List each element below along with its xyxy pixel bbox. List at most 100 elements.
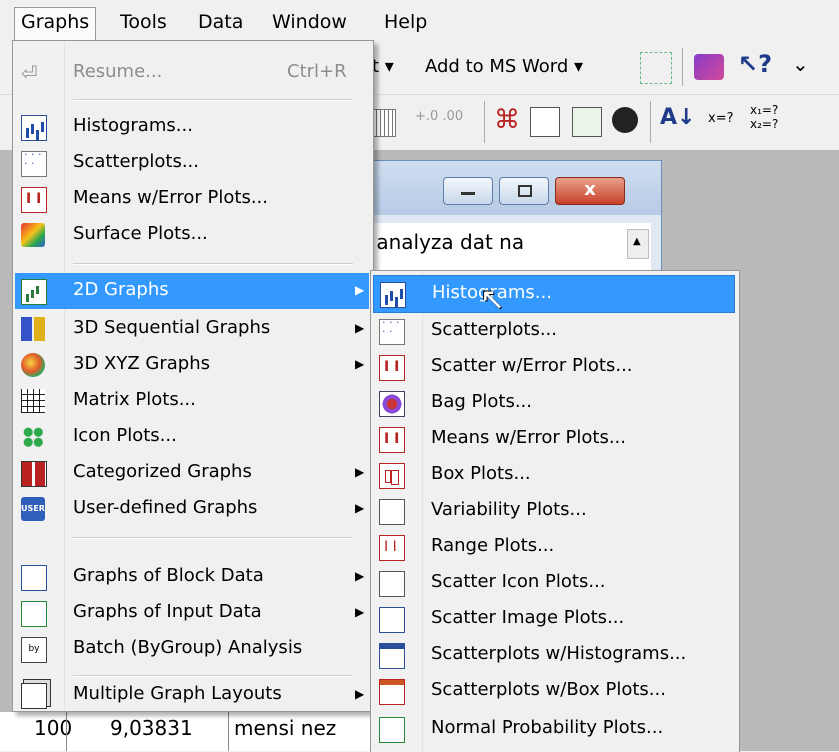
submenu-item-scatter-box[interactable]: Scatterplots w/Box Plots... xyxy=(373,673,733,709)
menu-item-categorized[interactable]: Categorized Graphs ▶ xyxy=(15,455,369,491)
menu-item-scatterplots[interactable]: Scatterplots... xyxy=(15,145,369,181)
book-icon[interactable] xyxy=(694,54,724,80)
submenu-item-means-error-label: Means w/Error Plots... xyxy=(431,427,626,448)
histogram-icon xyxy=(21,115,47,141)
menu-item-input-data[interactable]: Graphs of Input Data ▶ xyxy=(15,595,369,631)
menu-item-matrix-plots[interactable]: Matrix Plots... xyxy=(15,383,369,419)
close-button[interactable]: x xyxy=(555,177,625,205)
means-error-icon xyxy=(379,422,405,456)
resume-icon: ⏎ xyxy=(21,61,38,85)
submenu-arrow-icon: ▶ xyxy=(355,357,365,371)
connect-icon[interactable] xyxy=(640,52,672,84)
scatter-image-icon xyxy=(379,607,405,633)
resume-shortcut: Ctrl+R xyxy=(287,61,347,82)
menu-item-means-error[interactable]: Means w/Error Plots... xyxy=(15,181,369,217)
matrix-plot-icon xyxy=(21,389,45,413)
menu-item-3d-sequential[interactable]: 3D Sequential Graphs ▶ xyxy=(15,311,369,347)
menu-item-surface-plots[interactable]: Surface Plots... xyxy=(15,217,369,253)
window-titlebar: x xyxy=(331,161,661,215)
menu-window[interactable]: Window xyxy=(266,8,353,38)
minimize-button[interactable] xyxy=(443,177,493,205)
binoculars-icon[interactable] xyxy=(612,107,638,133)
menu-item-block-data-label: Graphs of Block Data xyxy=(73,565,264,586)
submenu-item-scatter-hist-label: Scatterplots w/Histograms... xyxy=(431,643,687,664)
equals-question-icon[interactable]: x=? xyxy=(708,111,734,126)
menu-item-user-defined-label: User-defined Graphs xyxy=(73,497,258,518)
menu-item-batch[interactable]: by Batch (ByGroup) Analysis xyxy=(15,631,369,667)
menu-graphs[interactable]: Graphs xyxy=(14,7,97,40)
grid-icon[interactable] xyxy=(372,109,396,137)
submenu-item-normal-prob[interactable]: Normal Probability Plots... xyxy=(373,711,733,747)
multi-equals-icon[interactable]: x₁=? x₂=? xyxy=(750,103,778,131)
properties-check-icon[interactable] xyxy=(572,107,602,137)
submenu-item-scatter-icon[interactable]: Scatter Icon Plots... xyxy=(373,565,733,601)
submenu-item-box-plots-label: Box Plots... xyxy=(431,463,531,484)
menu-item-resume[interactable]: ⏎ Resume... Ctrl+R xyxy=(15,55,369,91)
normal-prob-icon xyxy=(379,717,405,743)
submenu-arrow-icon: ▶ xyxy=(355,605,365,619)
cell-value[interactable]: 9,03831 xyxy=(110,716,193,740)
2d-graphs-icon xyxy=(21,279,47,305)
mouse-cursor-icon: ↖ xyxy=(480,282,506,317)
box-plot-icon xyxy=(379,463,405,489)
help-pointer-icon[interactable]: ↖? xyxy=(738,50,772,78)
sort-icon[interactable]: A↓ xyxy=(660,105,695,130)
submenu-item-bag-plots[interactable]: Bag Plots... xyxy=(373,385,733,421)
menu-data[interactable]: Data xyxy=(192,8,249,38)
menu-item-surface-plots-label: Surface Plots... xyxy=(73,223,208,244)
submenu-item-range-plots-label: Range Plots... xyxy=(431,535,555,556)
cell-text[interactable]: mensi nez xyxy=(234,716,336,740)
add-to-word-button[interactable]: Add to MS Word ▾ xyxy=(425,56,583,77)
scroll-up-button[interactable]: ▲ xyxy=(627,229,649,259)
maximize-button[interactable] xyxy=(499,177,549,205)
batch-icon: by xyxy=(21,637,47,663)
submenu-item-scatter-box-label: Scatterplots w/Box Plots... xyxy=(431,679,666,700)
menu-tools[interactable]: Tools xyxy=(114,8,173,38)
menu-item-3d-xyz[interactable]: 3D XYZ Graphs ▶ xyxy=(15,347,369,383)
menu-item-matrix-plots-label: Matrix Plots... xyxy=(73,389,196,410)
submenu-item-histograms[interactable]: Histograms... xyxy=(373,275,735,313)
submenu-arrow-icon: ▶ xyxy=(355,569,365,583)
menu-item-user-defined[interactable]: USER User-defined Graphs ▶ xyxy=(15,491,369,527)
scatterplot-icon xyxy=(379,318,405,345)
submenu-arrow-icon: ▶ xyxy=(355,687,365,701)
submenu-item-range-plots[interactable]: Range Plots... xyxy=(373,529,733,565)
maximize-icon xyxy=(518,185,532,197)
submenu-item-variability[interactable]: Variability Plots... xyxy=(373,493,733,529)
dropdown-arrow-icon[interactable]: ⌄ xyxy=(792,52,809,76)
submenu-item-means-error[interactable]: Means w/Error Plots... xyxy=(373,421,733,457)
input-data-icon xyxy=(21,601,47,627)
variability-icon xyxy=(379,499,405,525)
submenu-item-scatter-icon-label: Scatter Icon Plots... xyxy=(431,571,606,592)
properties-icon[interactable] xyxy=(530,107,560,137)
menu-help[interactable]: Help xyxy=(378,8,433,38)
scatterplot-icon xyxy=(21,150,47,177)
menu-item-2d-graphs-label: 2D Graphs xyxy=(73,279,169,300)
menu-window-label: Window xyxy=(272,11,347,33)
menu-item-3d-xyz-label: 3D XYZ Graphs xyxy=(73,353,211,374)
submenu-item-box-plots[interactable]: Box Plots... xyxy=(373,457,733,493)
menu-item-icon-plots[interactable]: Icon Plots... xyxy=(15,419,369,455)
menu-item-multiple-layouts[interactable]: Multiple Graph Layouts ▶ xyxy=(15,677,369,713)
user-defined-icon: USER xyxy=(21,497,45,521)
submenu-item-scatter-image-label: Scatter Image Plots... xyxy=(431,607,625,628)
menu-item-scatterplots-label: Scatterplots... xyxy=(73,151,199,172)
submenu-item-scatterplots-label: Scatterplots... xyxy=(431,319,557,340)
submenu-item-scatter-error[interactable]: Scatter w/Error Plots... xyxy=(373,349,733,385)
menu-item-2d-graphs[interactable]: 2D Graphs ▶ xyxy=(15,273,369,309)
submenu-item-scatter-hist[interactable]: Scatterplots w/Histograms... xyxy=(373,637,733,673)
increase-decimal-icon[interactable]: +.0 .00 xyxy=(415,109,463,124)
menu-item-histograms-label: Histograms... xyxy=(73,115,193,136)
means-error-icon xyxy=(21,182,47,216)
export-dropdown[interactable]: t ▾ xyxy=(372,56,394,77)
marker-icon[interactable]: ⌘ xyxy=(494,105,520,135)
scroll-up-icon: ▲ xyxy=(633,236,641,247)
submenu-item-scatter-image[interactable]: Scatter Image Plots... xyxy=(373,601,733,637)
surface-plot-icon xyxy=(21,223,45,247)
submenu-item-scatterplots[interactable]: Scatterplots... xyxy=(373,313,733,349)
submenu-item-scatter-error-label: Scatter w/Error Plots... xyxy=(431,355,633,376)
menu-separator xyxy=(73,537,353,539)
close-icon: x xyxy=(584,179,596,200)
menu-item-histograms[interactable]: Histograms... xyxy=(15,109,369,145)
menu-item-block-data[interactable]: Graphs of Block Data ▶ xyxy=(15,559,369,595)
